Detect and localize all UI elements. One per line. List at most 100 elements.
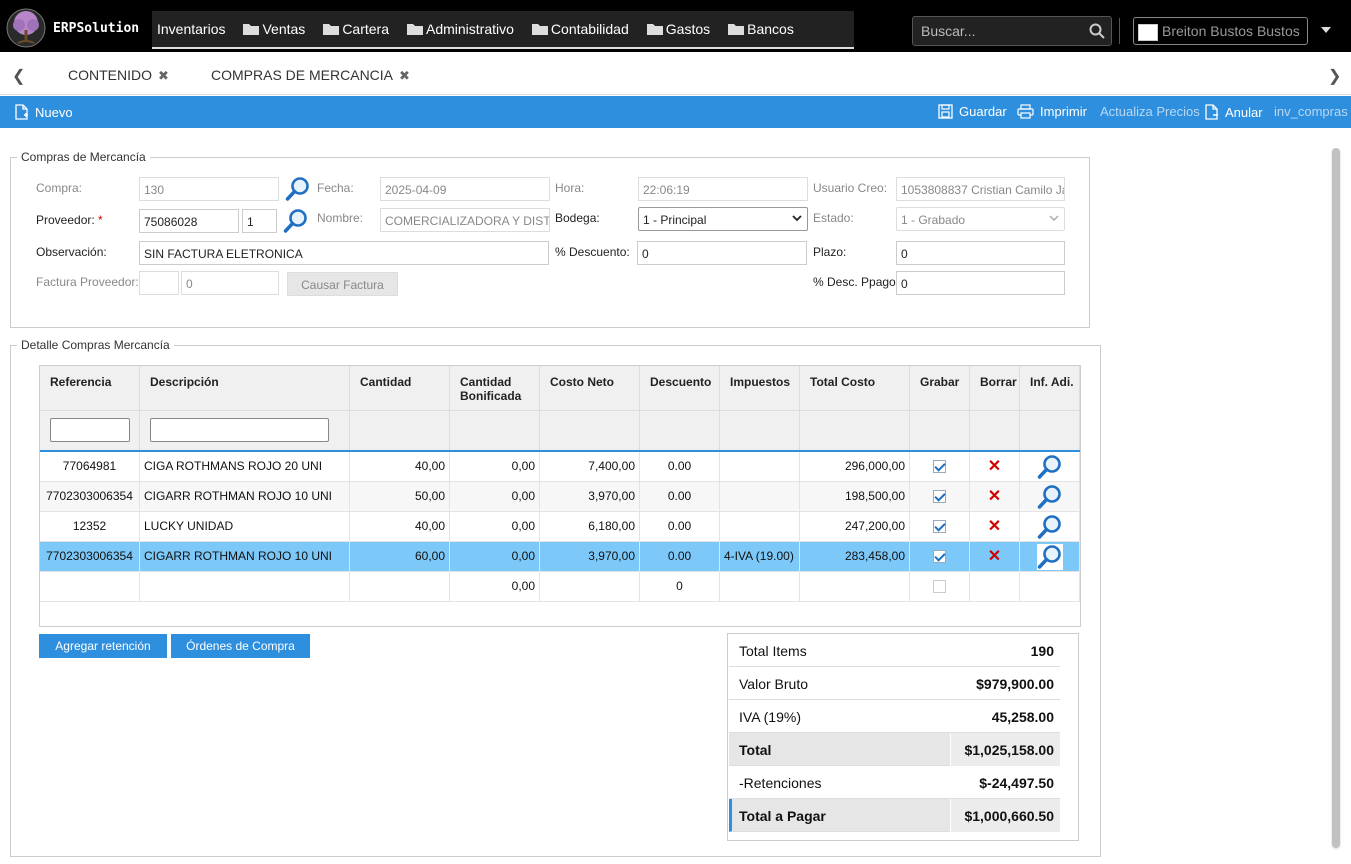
cell-bonificada[interactable]: 0,00 [450, 542, 540, 571]
grabar-checkbox[interactable] [933, 580, 946, 594]
desc-ppago-field[interactable]: 0 [896, 271, 1065, 295]
nombre-field[interactable]: COMERCIALIZADORA Y DISTR [380, 208, 550, 232]
col-costo-neto[interactable]: Costo Neto [540, 366, 640, 450]
scrollbar-thumb[interactable] [1332, 148, 1340, 848]
col-cantidad-bonificada[interactable]: Cantidad Bonificada [450, 366, 540, 450]
nav-administrativo[interactable]: Administrativo [402, 11, 527, 47]
user-menu[interactable]: Breiton Bustos Bustos [1133, 17, 1308, 45]
cell-referencia: 7702303006354 [40, 542, 140, 571]
cell-costo-neto[interactable]: 7,400,00 [540, 452, 640, 481]
col-descuento[interactable]: Descuento [640, 366, 720, 450]
add-retention-button[interactable]: Agregar retención [39, 634, 167, 658]
nav-inventarios[interactable]: Inventarios [152, 11, 238, 47]
cell-descuento[interactable]: 0.00 [640, 542, 720, 571]
cell-costo-neto[interactable]: 3,970,00 [540, 542, 640, 571]
cell-descuento[interactable]: 0.00 [640, 512, 720, 541]
cell-referencia[interactable] [40, 572, 140, 601]
estado-select[interactable]: 1 - Grabado [896, 207, 1065, 231]
grabar-checkbox[interactable] [933, 490, 946, 504]
grabar-checkbox[interactable] [933, 460, 946, 474]
cell-descuento[interactable]: 0 [640, 572, 720, 601]
chevron-left-icon[interactable]: ❮ [12, 66, 25, 86]
search-icon[interactable] [1089, 23, 1105, 39]
update-prices-button[interactable]: Actualiza Precios [1100, 104, 1200, 119]
close-icon[interactable]: ✖ [158, 68, 169, 83]
cell-cantidad[interactable] [350, 572, 450, 601]
descuento-field[interactable]: 0 [637, 241, 807, 265]
table-row[interactable]: 77064981 CIGA ROTHMANS ROJO 20 UNI 40,00… [40, 452, 1080, 482]
hora-field[interactable]: 22:06:19 [638, 177, 808, 201]
plazo-label: Plazo: [813, 245, 847, 259]
col-total-costo[interactable]: Total Costo [800, 366, 910, 450]
table-row-new[interactable]: 0,00 0 [40, 572, 1080, 602]
factura-prefijo-field[interactable] [139, 271, 179, 295]
close-icon[interactable]: ✖ [399, 68, 410, 83]
print-button[interactable]: Imprimir [1017, 104, 1087, 119]
cell-costo-neto[interactable] [540, 572, 640, 601]
observacion-field[interactable]: SIN FACTURA ELETRONICA [139, 241, 549, 265]
table-row[interactable]: 7702303006354 CIGARR ROTHMAN ROJO 10 UNI… [40, 482, 1080, 512]
bodega-select[interactable]: 1 - Principal [638, 207, 808, 231]
cell-cantidad[interactable]: 40,00 [350, 512, 450, 541]
search-input[interactable] [921, 23, 1081, 39]
cell-cantidad[interactable]: 60,00 [350, 542, 450, 571]
table-row-selected[interactable]: 7702303006354 CIGARR ROTHMAN ROJO 10 UNI… [40, 542, 1080, 572]
new-button[interactable]: Nuevo [14, 104, 73, 120]
cell-bonificada[interactable]: 0,00 [450, 512, 540, 541]
nav-contabilidad[interactable]: Contabilidad [527, 11, 642, 47]
filter-referencia-input[interactable] [50, 418, 130, 442]
compra-field[interactable]: 130 [139, 177, 279, 201]
cell-descuento[interactable]: 0.00 [640, 452, 720, 481]
fecha-field[interactable]: 2025-04-09 [380, 177, 550, 201]
info-magnifier-icon[interactable] [1037, 514, 1063, 540]
cell-bonificada[interactable]: 0,00 [450, 482, 540, 511]
usuario-field[interactable]: 1053808837 Cristian Camilo Ja [896, 177, 1065, 201]
tab-contenido[interactable]: CONTENIDO ✖ [68, 67, 169, 84]
cell-bonificada[interactable]: 0,00 [450, 572, 540, 601]
nav-bancos[interactable]: Bancos [723, 11, 807, 47]
delete-icon[interactable]: ✕ [988, 518, 1001, 535]
tree-logo-icon[interactable] [6, 8, 46, 48]
col-grabar[interactable]: Grabar [910, 366, 970, 450]
nav-ventas[interactable]: Ventas [238, 11, 318, 47]
info-magnifier-icon[interactable] [1036, 543, 1063, 570]
cell-costo-neto[interactable]: 3,970,00 [540, 482, 640, 511]
nav-gastos[interactable]: Gastos [642, 11, 723, 47]
cell-cantidad[interactable]: 40,00 [350, 452, 450, 481]
caret-down-icon[interactable] [1321, 27, 1331, 33]
nav-cartera[interactable]: Cartera [318, 11, 402, 47]
void-button[interactable]: Anular [1204, 104, 1263, 120]
info-magnifier-icon[interactable] [1037, 484, 1063, 510]
delete-icon[interactable]: ✕ [988, 548, 1001, 565]
col-cantidad[interactable]: Cantidad [350, 366, 450, 450]
save-button[interactable]: Guardar [938, 104, 1007, 119]
info-magnifier-icon[interactable] [1037, 454, 1063, 480]
proveedor-field[interactable]: 75086028 [139, 209, 239, 233]
col-impuestos[interactable]: Impuestos [720, 366, 800, 450]
cell-cantidad[interactable]: 50,00 [350, 482, 450, 511]
cell-costo-neto[interactable]: 6,180,00 [540, 512, 640, 541]
plazo-field[interactable]: 0 [896, 241, 1065, 265]
tab-compras-mercancia[interactable]: COMPRAS DE MERCANCIA ✖ [211, 67, 410, 84]
grabar-checkbox[interactable] [933, 520, 946, 534]
delete-icon[interactable]: ✕ [988, 458, 1001, 475]
proveedor-sucursal-field[interactable]: 1 [242, 209, 277, 233]
table-row[interactable]: 12352 LUCKY UNIDAD 40,00 0,00 6,180,00 0… [40, 512, 1080, 542]
col-borrar[interactable]: Borrar [970, 366, 1020, 450]
grabar-checkbox[interactable] [933, 550, 946, 564]
cell-descuento[interactable]: 0.00 [640, 482, 720, 511]
usuario-label: Usuario Creo: [813, 181, 888, 195]
col-inf-adi[interactable]: Inf. Adi. [1020, 366, 1080, 450]
factura-numero-field[interactable]: 0 [181, 271, 279, 295]
chevron-right-icon[interactable]: ❯ [1328, 66, 1341, 86]
delete-icon[interactable]: ✕ [988, 488, 1001, 505]
search-compra-icon[interactable] [285, 176, 311, 202]
search-proveedor-icon[interactable] [283, 208, 309, 234]
nombre-label: Nombre: [317, 211, 364, 225]
cell-descripcion[interactable] [140, 572, 350, 601]
purchase-orders-button[interactable]: Órdenes de Compra [171, 634, 310, 658]
cell-bonificada[interactable]: 0,00 [450, 452, 540, 481]
vertical-scrollbar[interactable] [1331, 148, 1341, 850]
filter-descripcion-input[interactable] [150, 418, 329, 442]
causar-factura-button[interactable]: Causar Factura [287, 272, 398, 296]
